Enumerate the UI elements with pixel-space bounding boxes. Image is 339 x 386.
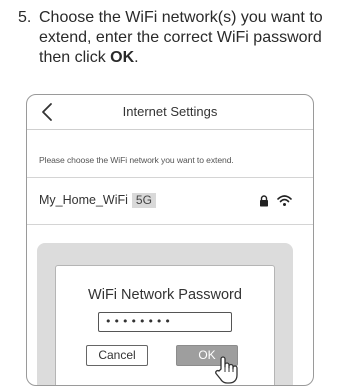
step-number: 5. (18, 9, 32, 26)
lock-icon (260, 195, 268, 207)
divider (27, 224, 313, 225)
dialog-title: WiFi Network Password (88, 287, 242, 303)
password-input[interactable] (98, 312, 232, 332)
nav-bar: Internet Settings (27, 95, 313, 130)
network-name: My_Home_WiFi 5G (39, 193, 156, 208)
password-dialog: WiFi Network Password Cancel OK (55, 265, 275, 385)
cancel-button[interactable]: Cancel (86, 345, 148, 366)
page-title: Internet Settings (122, 104, 218, 119)
instruction-text-main: Choose the WiFi network(s) you want to e… (39, 9, 323, 66)
instruction-step: 5. Choose the WiFi network(s) you want t… (18, 8, 333, 68)
wifi-icon (277, 195, 292, 206)
band-badge: 5G (131, 193, 156, 208)
phone-screen: Internet Settings Please choose the WiFi… (26, 94, 314, 386)
instruction-text: Choose the WiFi network(s) you want to e… (18, 8, 333, 68)
hand-pointer-icon (215, 356, 238, 384)
instruction-ok-emphasis: OK (110, 49, 135, 66)
network-ssid: My_Home_WiFi (39, 193, 128, 207)
instruction-text-end: . (134, 49, 139, 66)
network-list-item[interactable]: My_Home_WiFi 5G (27, 178, 313, 222)
network-hint: Please choose the WiFi network you want … (39, 155, 234, 165)
